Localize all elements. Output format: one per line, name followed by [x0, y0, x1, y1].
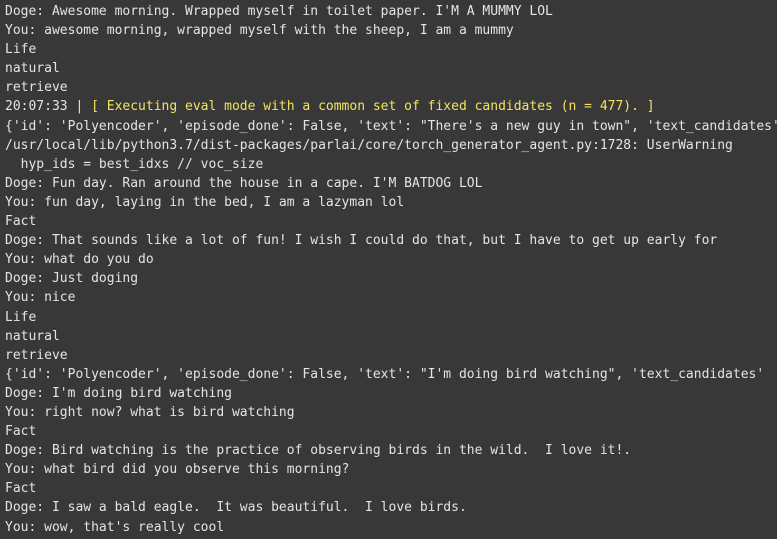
console-line: hyp_ids = best_idxs // voc_size: [5, 156, 264, 172]
console-line: You: fun day, laying in the bed, I am a …: [5, 194, 405, 210]
log-timestamp: 20:07:33 |: [5, 99, 92, 115]
console-line: You: awesome morning, wrapped myself wit…: [5, 23, 514, 39]
console-line: natural: [5, 328, 60, 344]
console-output: Doge: Awesome morning. Wrapped myself in…: [0, 0, 777, 539]
console-line: You: right now? what is bird watching: [5, 404, 295, 420]
log-message: [ Executing eval mode with a common set …: [91, 99, 655, 115]
console-line: {'id': 'Polyencoder', 'episode_done': Fa…: [5, 366, 765, 382]
log-line: 20:07:33 | [ Executing eval mode with a …: [5, 97, 777, 116]
warning-line: /usr/local/lib/python3.7/dist-packages/p…: [5, 137, 733, 153]
console-line: Fact: [5, 214, 37, 230]
console-line: retrieve: [5, 80, 68, 96]
console-line: Doge: I saw a bald eagle. It was beautif…: [5, 500, 467, 516]
console-line: Life: [5, 309, 37, 325]
console-line: Doge: Awesome morning. Wrapped myself in…: [5, 4, 553, 19]
console-line: Doge: Bird watching is the practice of o…: [5, 443, 632, 459]
console-line: Doge: That sounds like a lot of fun! I w…: [5, 233, 718, 249]
console-line: natural: [5, 61, 60, 77]
console-line: Doge: Just doging: [5, 271, 139, 287]
console-line: Doge: Fun day. Ran around the house in a…: [5, 175, 483, 191]
console-line: Fact: [5, 424, 37, 440]
console-line: {'id': 'Polyencoder', 'episode_done': Fa…: [5, 118, 777, 134]
console-line: You: what bird did you observe this morn…: [5, 462, 350, 478]
console-line: You: wow, that's really cool: [5, 519, 225, 535]
console-line: Life: [5, 42, 37, 58]
console-line: You: what do you do: [5, 252, 154, 268]
console-line: Doge: I'm doing bird watching: [5, 385, 232, 401]
console-line: You: nice: [5, 290, 76, 306]
console-line: retrieve: [5, 347, 68, 363]
console-line: Fact: [5, 481, 37, 497]
